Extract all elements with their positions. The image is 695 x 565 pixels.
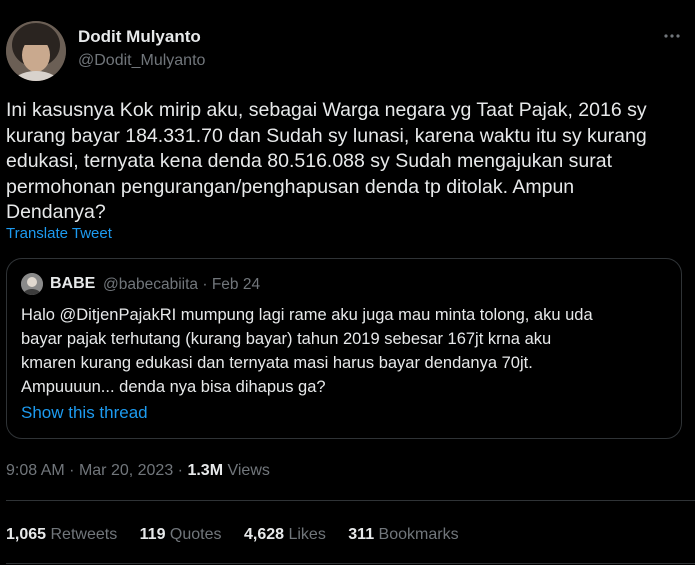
author-handle[interactable]: @Dodit_Mulyanto <box>78 52 205 70</box>
retweets-count: 1,065 <box>6 526 47 543</box>
likes-label: Likes <box>288 526 326 543</box>
views-count: 1.3M <box>187 462 224 479</box>
bookmarks-count: 311 <box>348 526 375 543</box>
quoted-text: Halo @DitjenPajakRI mumpung lagi rame ak… <box>21 306 593 396</box>
quoted-tweet[interactable]: BABE @babecabiita · Feb 24 Halo @DitjenP… <box>6 258 682 439</box>
show-thread-link[interactable]: Show this thread <box>21 403 148 423</box>
engagement-stats: 1,065 Retweets 119 Quotes 4,628 Likes 31… <box>6 526 477 544</box>
quoted-user-avatar-icon <box>21 273 43 295</box>
quotes-label: Quotes <box>169 526 222 543</box>
quoted-meta: @babecabiita · Feb 24 <box>103 276 260 294</box>
likes-stat[interactable]: 4,628 Likes <box>244 526 326 544</box>
quotes-stat[interactable]: 119 Quotes <box>140 526 222 544</box>
quoted-handle[interactable]: @babecabiita <box>103 276 198 293</box>
more-options-icon[interactable] <box>660 24 684 48</box>
quotes-count: 119 <box>139 526 166 543</box>
tweet-text: Ini kasusnya Kok mirip aku, sebagai Warg… <box>6 99 647 223</box>
quoted-date[interactable]: Feb 24 <box>212 276 260 293</box>
retweets-stat[interactable]: 1,065 Retweets <box>6 526 117 544</box>
tweet-time[interactable]: 9:08 AM <box>6 462 65 479</box>
tweet-date[interactable]: Mar 20, 2023 <box>79 462 173 479</box>
views-label: Views <box>227 462 270 479</box>
quoted-avatar[interactable] <box>21 273 43 295</box>
meta-separator: · <box>69 462 75 479</box>
divider-bottom <box>6 563 695 564</box>
retweets-label: Retweets <box>50 526 118 543</box>
quoted-display-name[interactable]: BABE <box>50 275 95 293</box>
user-avatar-icon <box>6 21 66 81</box>
author-display-name[interactable]: Dodit Mulyanto <box>78 27 201 47</box>
tweet-meta: 9:08 AM · Mar 20, 2023 · 1.3M Views <box>6 462 270 480</box>
bookmarks-label: Bookmarks <box>378 526 459 543</box>
translate-tweet-link[interactable]: Translate Tweet <box>6 225 112 242</box>
bookmarks-stat[interactable]: 311 Bookmarks <box>348 526 458 544</box>
quoted-separator: · <box>202 276 208 293</box>
author-avatar[interactable] <box>6 21 66 81</box>
likes-count: 4,628 <box>243 526 285 543</box>
divider <box>6 500 695 501</box>
meta-separator-2: · <box>177 462 183 479</box>
